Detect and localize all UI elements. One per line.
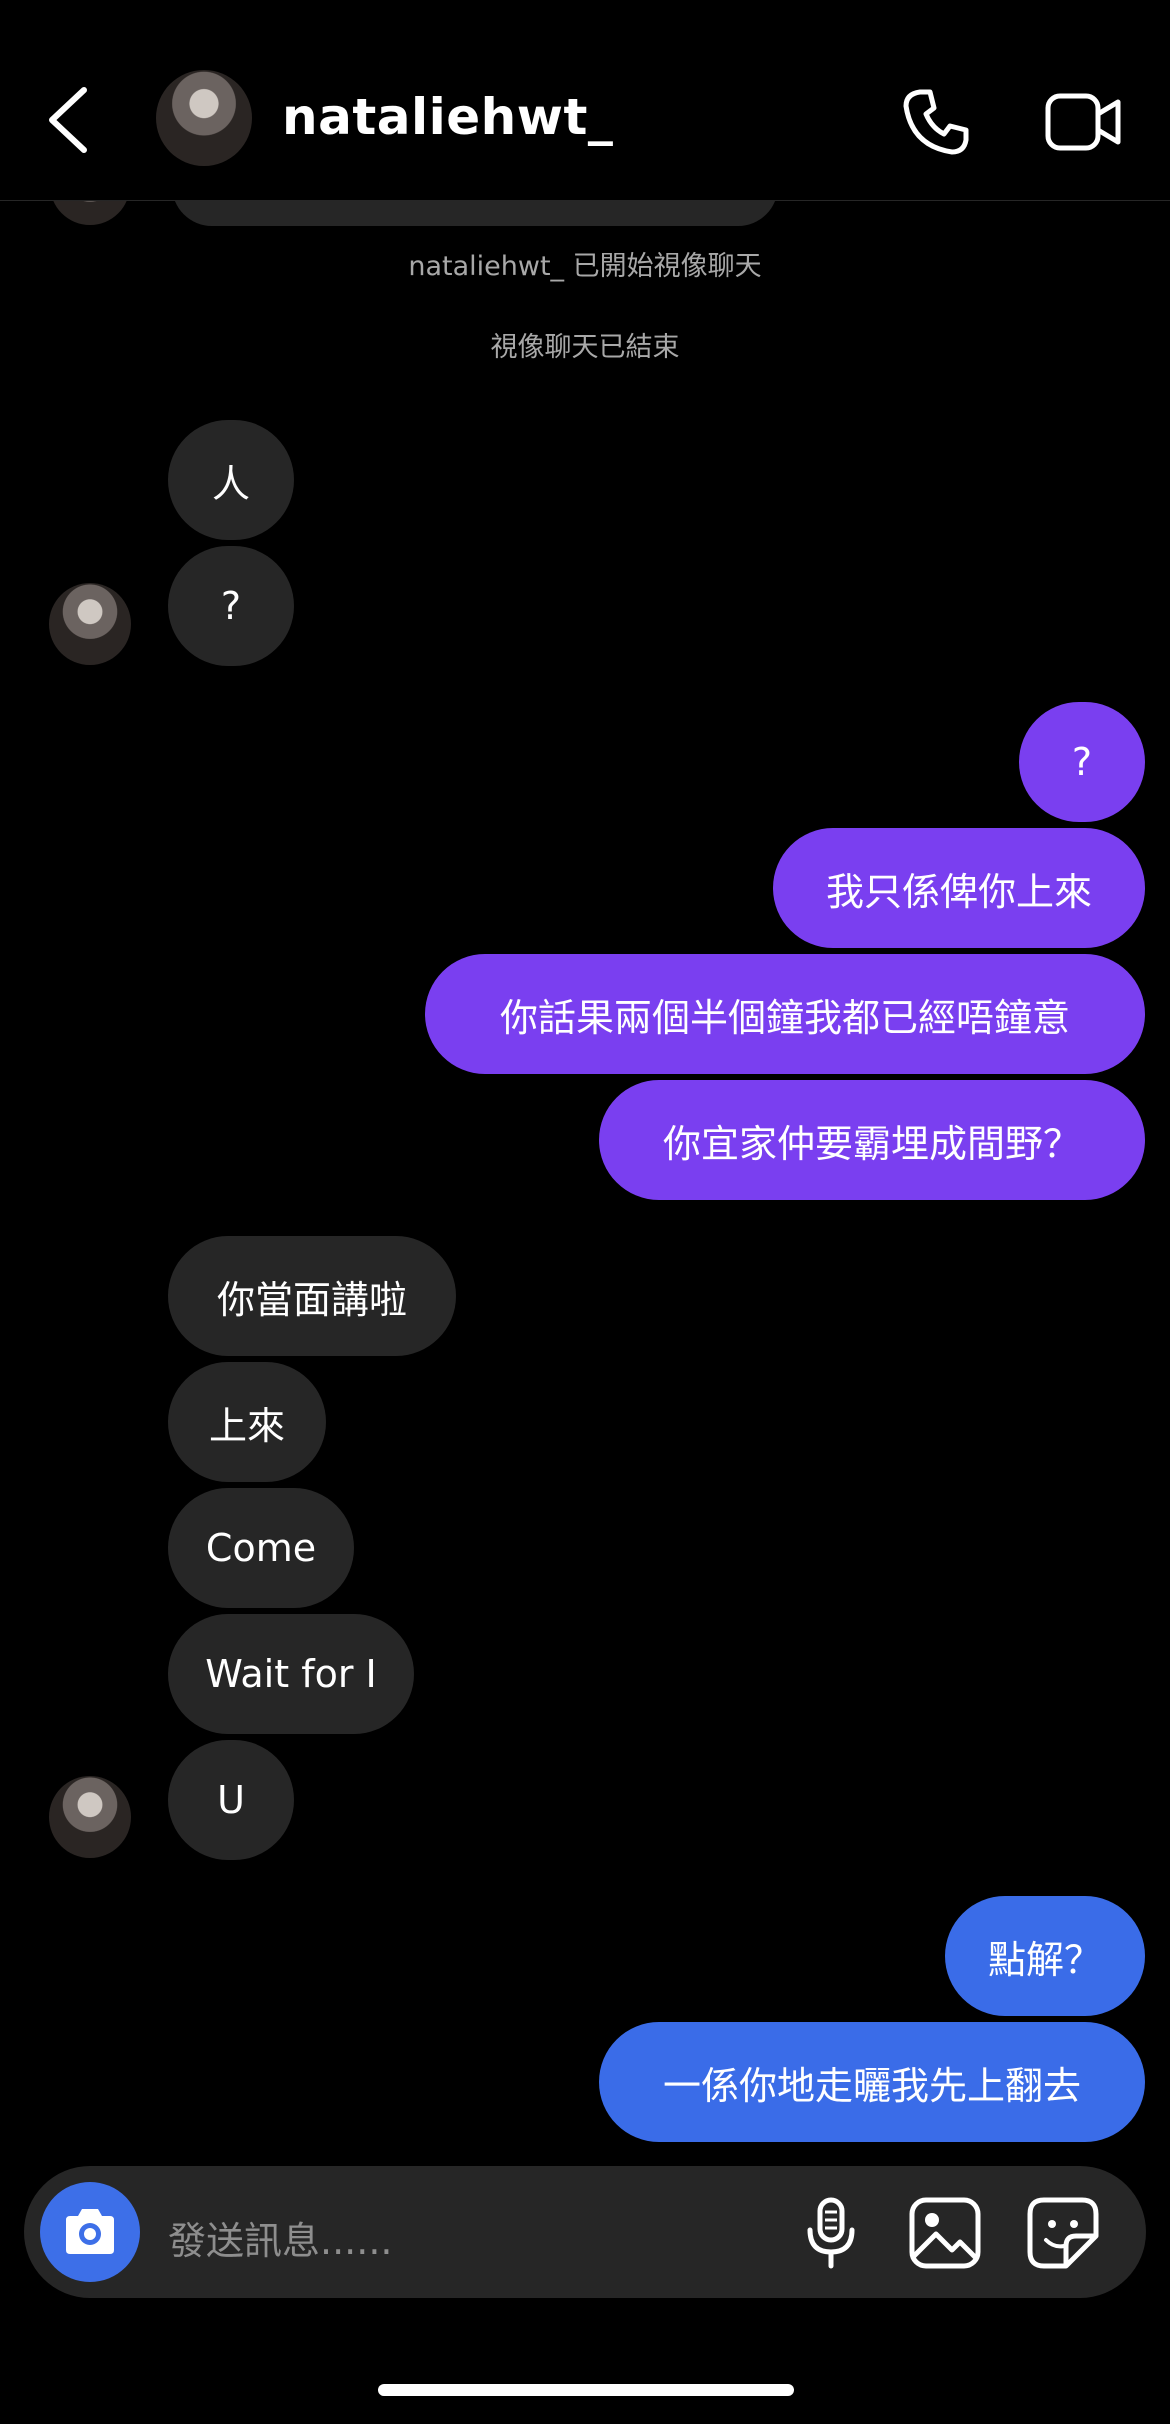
incoming-message[interactable]: Come <box>168 1488 354 1608</box>
outgoing-message[interactable]: 你話果兩個半個鐘我都已經唔鐘意 <box>425 954 1145 1074</box>
microphone-icon[interactable] <box>794 2196 868 2270</box>
outgoing-message[interactable]: 你宜家仲要霸埋成間野？ <box>599 1080 1145 1200</box>
home-indicator <box>378 2384 794 2396</box>
incoming-message[interactable]: ? <box>168 546 294 666</box>
camera-button[interactable] <box>40 2182 140 2282</box>
message-input[interactable]: 發送訊息...... <box>168 2210 392 2265</box>
incoming-message[interactable]: 人 <box>168 420 294 540</box>
outgoing-message[interactable]: 一係你地走曬我先上翻去 <box>599 2022 1145 2142</box>
incoming-message[interactable]: Wait for I <box>168 1614 414 1734</box>
incoming-message[interactable]: 上來 <box>168 1362 326 1482</box>
outgoing-message[interactable]: ? <box>1019 702 1145 822</box>
sticker-icon[interactable] <box>1026 2196 1100 2270</box>
incoming-message[interactable]: U <box>168 1740 294 1860</box>
outgoing-message[interactable]: 我只係俾你上來 <box>773 828 1145 948</box>
chat-header: nataliehwt_ <box>0 0 1170 201</box>
video-camera-icon[interactable] <box>1044 86 1124 158</box>
avatar[interactable] <box>49 583 131 665</box>
avatar[interactable] <box>49 1776 131 1858</box>
system-notice-video-started: nataliehwt_ 已開始視像聊天 <box>408 251 762 282</box>
camera-icon <box>66 2209 114 2254</box>
avatar[interactable] <box>156 70 252 166</box>
message-composer: 發送訊息...... <box>24 2166 1146 2298</box>
image-icon[interactable] <box>908 2196 982 2270</box>
outgoing-message[interactable]: 點解？ <box>945 1896 1145 2016</box>
incoming-message[interactable]: 你當面講啦 <box>168 1236 456 1356</box>
system-notice-video-ended: 視像聊天已結束 <box>490 332 680 363</box>
phone-icon[interactable] <box>900 86 972 158</box>
username[interactable]: nataliehwt_ <box>282 88 613 146</box>
chevron-left-icon[interactable] <box>40 80 100 160</box>
